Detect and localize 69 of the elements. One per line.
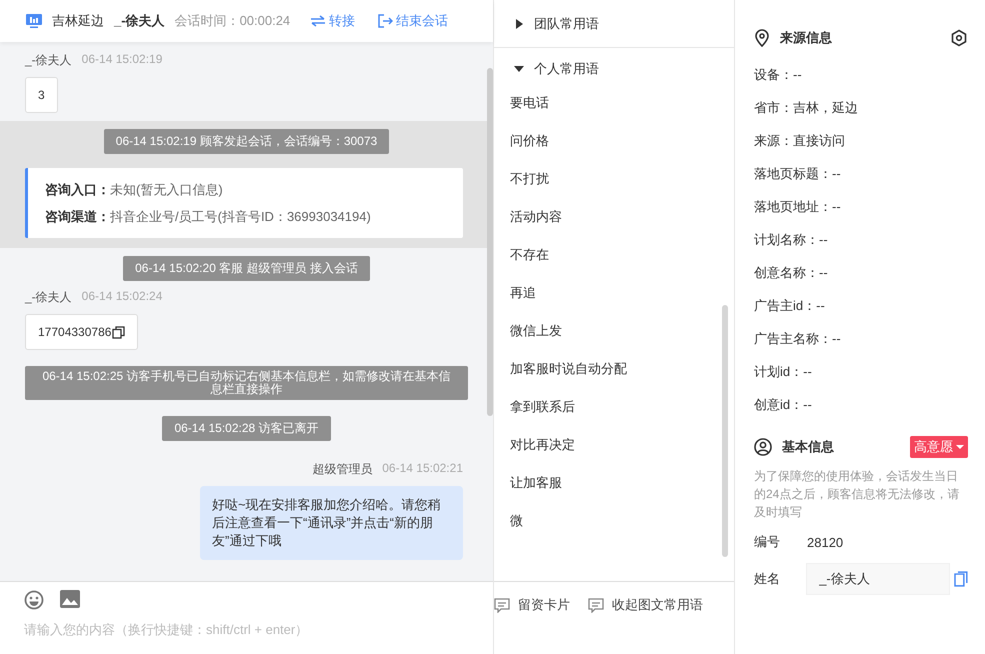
visitor-region: 吉林延边 (52, 12, 104, 30)
swap-arrows-icon (310, 15, 326, 27)
caret-icon (956, 444, 964, 450)
info-field: 创意名称：-- (754, 264, 828, 282)
location-icon (754, 29, 770, 47)
phrase-item[interactable]: 活动内容 (494, 198, 734, 236)
message-bubble: 3 (25, 77, 58, 113)
user-icon (754, 438, 772, 456)
info-field: 设备：-- (754, 66, 802, 84)
name-field[interactable]: _-徐夫人 (806, 563, 950, 595)
comment-icon (494, 598, 510, 612)
source-label: 咨询入口： (45, 182, 110, 197)
source-label: 咨询渠道： (45, 209, 110, 224)
emoji-icon[interactable] (24, 590, 44, 610)
settings-icon[interactable] (950, 29, 968, 47)
section-title: 来源信息 (780, 29, 833, 47)
info-field: 计划名称：-- (754, 230, 828, 248)
monitor-icon (25, 13, 43, 29)
message-time: 06-14 15:02:19 (82, 52, 162, 68)
sender-name: _-徐夫人 (25, 289, 72, 306)
system-notice: 06-14 15:02:25 访客手机号已自动标记右侧基本信息栏，如需修改请在基本信息栏直接操作 (25, 366, 468, 400)
phrase-group[interactable]: 团队常用语 (494, 0, 734, 48)
phrase-action[interactable]: 留资卡片 (494, 594, 570, 616)
message-time: 06-14 15:02:21 (382, 461, 463, 477)
phrase-item[interactable]: 要电话 (494, 84, 734, 122)
source-value: 未知(暂无入口信息) (110, 182, 223, 197)
session-duration: 会话时间：00:00:24 (174, 12, 290, 30)
phrase-item[interactable]: 微信上发 (494, 312, 734, 350)
section-title: 基本信息 (782, 438, 835, 456)
info-field: 创意id：-- (754, 396, 812, 414)
sender-name: 超级管理员 (312, 461, 372, 478)
system-notice: 06-14 15:02:28 访客已离开 (162, 416, 331, 441)
phrase-item[interactable]: 对比再决定 (494, 426, 734, 464)
scrollbar[interactable] (487, 68, 493, 416)
info-field: 广告主名称：-- (754, 330, 841, 348)
source-value: 抖音企业号/员工号(抖音号ID：36993034194) (110, 209, 371, 224)
info-field: 落地页地址：-- (754, 198, 841, 216)
system-notice: 06-14 15:02:19 顾客发起会话，会话编号：30073 (104, 129, 390, 154)
message-time: 06-14 15:02:24 (82, 289, 162, 305)
system-notice: 06-14 15:02:20 客服 超级管理员 接入会话 (123, 256, 370, 281)
visitor-name: _-徐夫人 (114, 12, 165, 30)
copy-icon[interactable] (112, 326, 126, 338)
image-icon[interactable] (60, 590, 80, 608)
message-bubble: 17704330786 (25, 314, 138, 350)
field-label: 编号 (754, 533, 781, 551)
phrase-group[interactable]: 个人常用语 (494, 54, 734, 84)
phrase-item[interactable]: 再追 (494, 274, 734, 312)
exit-icon (377, 13, 394, 29)
phrase-action[interactable]: 收起图文常用语 (588, 594, 703, 616)
phrase-item[interactable]: 不存在 (494, 236, 734, 274)
info-field: 落地页标题：-- (754, 164, 841, 182)
phrase-item[interactable]: 加客服时说自动分配 (494, 350, 734, 388)
info-field: 来源：直接访问 (754, 132, 845, 150)
phrase-item[interactable]: 微 (494, 502, 734, 540)
comment-icon (588, 598, 604, 612)
intent-tag[interactable]: 高意愿 (910, 436, 968, 458)
phrase-item[interactable]: 问价格 (494, 122, 734, 160)
phrase-item[interactable]: 让加客服 (494, 464, 734, 502)
field-label: 姓名 (754, 570, 781, 588)
info-field: 计划id：-- (754, 362, 812, 380)
info-note: 为了保障您的使用体验，会话发生当日的24点之后，顾客信息将无法修改，请及时填写 (754, 468, 960, 521)
phrase-item[interactable]: 拿到联系后 (494, 388, 734, 426)
field-value: 28120 (807, 534, 844, 550)
message-bubble: 好哒~现在安排客服加您介绍哈。请您稍后注意查看一下“通讯录”并点击“新的朋友”通过下哦 (200, 486, 463, 560)
info-field: 广告主id：-- (754, 296, 825, 314)
sender-name: _-徐夫人 (25, 52, 72, 69)
phrase-item[interactable]: 不打扰 (494, 160, 734, 198)
info-field: 省市：吉林，延边 (754, 98, 858, 116)
scrollbar[interactable] (722, 305, 728, 557)
